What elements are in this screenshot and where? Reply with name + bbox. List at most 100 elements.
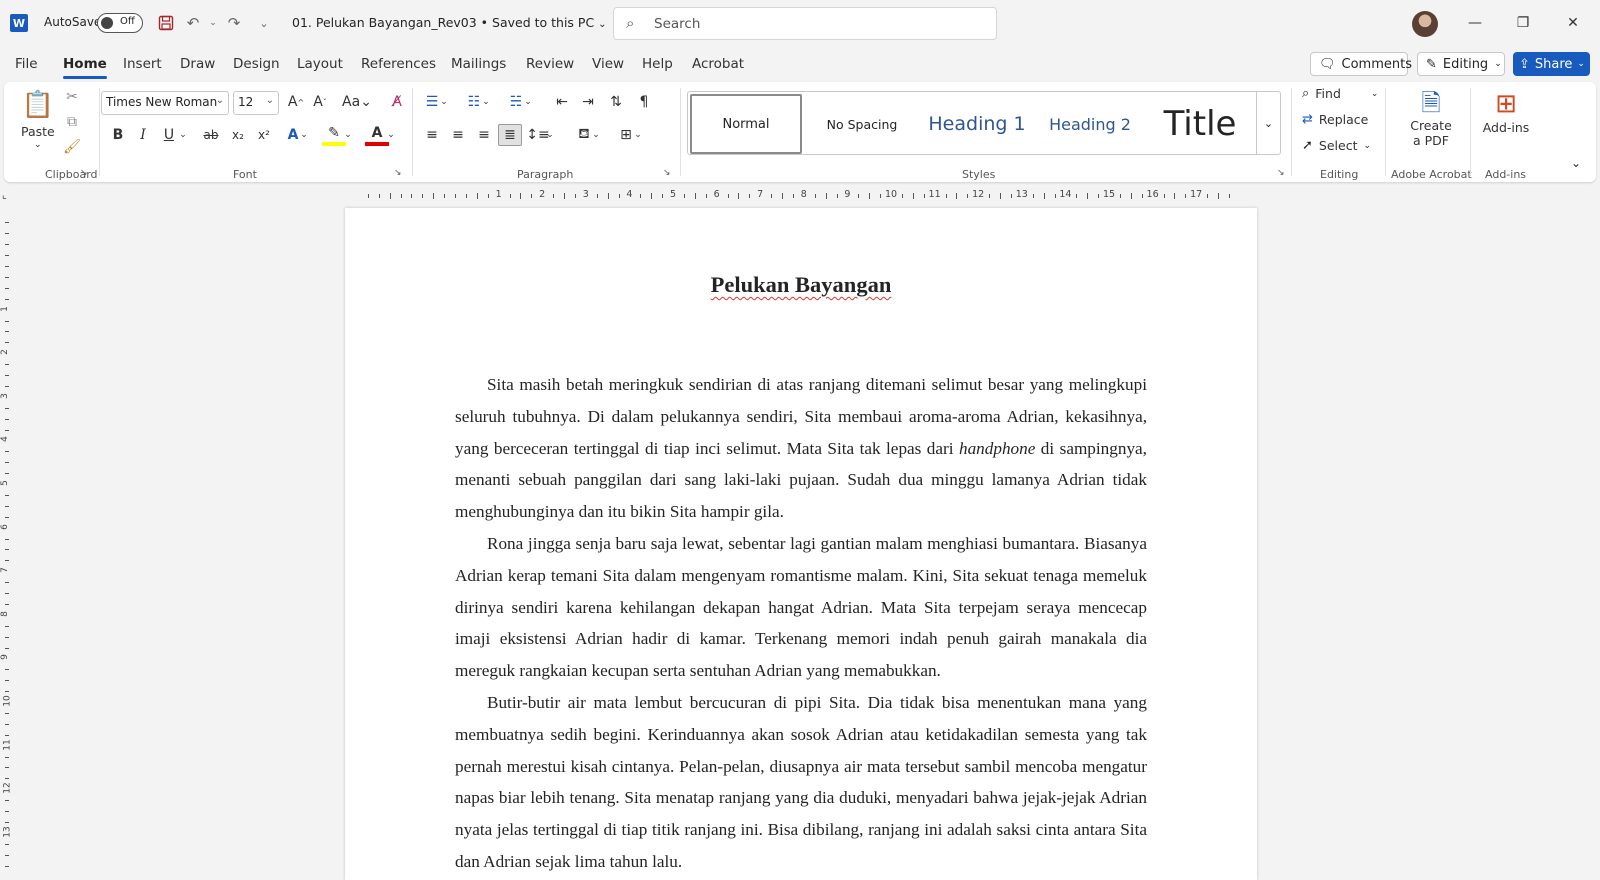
search-input[interactable] — [654, 13, 984, 35]
close-icon[interactable]: ✕ — [1562, 12, 1584, 34]
save-icon[interactable] — [156, 13, 176, 33]
editing-mode-button[interactable]: ✎ Editing ⌄ — [1417, 52, 1505, 76]
horizontal-ruler[interactable]: 1 2 3 4 5 6 7 8 9 10 11 12 13 14 15 16 17 — [345, 187, 1257, 205]
paragraph[interactable]: Sita masih betah meringkuk sendirian di … — [455, 369, 1147, 528]
tab-layout[interactable]: Layout — [297, 56, 343, 72]
superscript-icon[interactable]: x² — [252, 124, 276, 146]
create-pdf-button[interactable]: 🗎 Create a PDF — [1408, 88, 1454, 164]
avatar[interactable] — [1412, 11, 1438, 37]
style-heading-2[interactable]: Heading 2 — [1036, 94, 1144, 154]
ruler-tick — [5, 287, 9, 289]
change-case-icon[interactable]: Aa⌄ — [340, 91, 374, 113]
styles-gallery: Normal No Spacing Heading 1 Heading 2 Ti… — [687, 91, 1281, 155]
strikethrough-icon[interactable]: ab — [199, 124, 223, 146]
ruler-tick — [1076, 194, 1078, 198]
paste-dropdown-icon[interactable]: ⌄ — [34, 140, 42, 150]
comments-button[interactable]: 🗨 Comments — [1310, 52, 1412, 76]
document-heading[interactable]: Pelukan Bayangan — [345, 272, 1257, 298]
ruler-tick — [5, 680, 9, 682]
dialog-launcher-icon[interactable]: ↘ — [394, 168, 402, 178]
font-name-select[interactable]: Times New Roman ⌄ — [101, 91, 229, 115]
chevron-down-icon[interactable]: ⌄ — [480, 91, 492, 113]
paste-icon[interactable]: 📋 — [22, 88, 54, 122]
document-title[interactable]: 01. Pelukan Bayangan_Rev03 • Saved to th… — [292, 15, 607, 30]
underline-dropdown-icon[interactable]: ⌄ — [177, 124, 189, 146]
align-left-icon[interactable]: ≡ — [420, 124, 444, 146]
chevron-down-icon[interactable]: ⌄ — [298, 124, 310, 146]
add-ins-button[interactable]: ⊞ Add-ins — [1478, 88, 1534, 148]
tab-design[interactable]: Design — [233, 56, 280, 72]
search-box[interactable]: ⌕ — [613, 7, 997, 40]
chevron-down-icon[interactable]: ⌄ — [590, 124, 602, 146]
restore-icon[interactable]: ❐ — [1512, 12, 1534, 34]
style-no-spacing[interactable]: No Spacing — [806, 94, 918, 154]
chevron-down-icon[interactable]: ⌄ — [385, 124, 397, 146]
paste-label[interactable]: Paste — [21, 124, 55, 139]
ruler-number: 4 — [0, 436, 10, 443]
chevron-down-icon[interactable]: ⌄ — [342, 124, 354, 146]
autosave-toggle[interactable]: Off — [97, 13, 143, 33]
chevron-down-icon[interactable]: ⌄ — [438, 91, 450, 113]
dialog-launcher-icon[interactable]: ↘ — [1277, 168, 1285, 178]
tab-file[interactable]: File — [15, 56, 38, 72]
cut-icon[interactable]: ✂ — [60, 86, 84, 108]
style-title[interactable]: Title — [1144, 94, 1256, 154]
font-size-select[interactable]: 12 ⌄ — [233, 91, 279, 115]
ruler-tick — [5, 418, 9, 420]
dialog-launcher-icon[interactable]: ↘ — [663, 168, 671, 178]
share-button[interactable]: ⇪ Share ⌄ — [1513, 52, 1590, 76]
align-right-icon[interactable]: ≡ — [472, 124, 496, 146]
undo-icon[interactable]: ↶ — [183, 13, 203, 33]
bold-icon[interactable]: B — [106, 124, 130, 146]
tab-home[interactable]: Home — [63, 56, 107, 79]
style-normal[interactable]: Normal — [690, 94, 802, 154]
shrink-font-icon[interactable]: Aˇ — [308, 91, 332, 113]
tab-review[interactable]: Review — [526, 56, 574, 72]
replace-button[interactable]: ⇄ Replace — [1302, 112, 1368, 127]
tab-acrobat[interactable]: Acrobat — [692, 56, 744, 72]
ruler-tick — [520, 193, 522, 199]
tab-view[interactable]: View — [592, 56, 624, 72]
tab-insert[interactable]: Insert — [123, 56, 162, 72]
redo-icon[interactable]: ↷ — [224, 13, 244, 33]
tab-references[interactable]: References — [361, 56, 436, 72]
ruler-number: 11 — [928, 189, 941, 200]
format-painter-icon[interactable]: 🖌 — [60, 136, 84, 158]
customize-toolbar-icon[interactable]: ⌄ — [254, 13, 274, 33]
tab-draw[interactable]: Draw — [180, 56, 215, 72]
paragraph[interactable]: Rona jingga senja baru saja lewat, seben… — [455, 528, 1147, 687]
collapse-ribbon-icon[interactable]: ⌄ — [1571, 156, 1581, 170]
ruler-tick — [5, 298, 9, 300]
clear-formatting-icon[interactable]: A̸ — [385, 91, 409, 113]
ruler-tick — [858, 194, 860, 198]
justify-icon[interactable]: ≣ — [498, 124, 522, 146]
chevron-down-icon[interactable]: ⌄ — [522, 91, 534, 113]
ruler-tick — [5, 451, 9, 453]
sort-icon[interactable]: ⇅ — [604, 91, 628, 113]
document-page[interactable]: Pelukan Bayangan Sita masih betah mering… — [345, 208, 1257, 880]
increase-indent-icon[interactable]: ⇥ — [576, 91, 600, 113]
ruler-tick — [967, 194, 969, 198]
show-formatting-marks-icon[interactable]: ¶ — [632, 91, 656, 113]
decrease-indent-icon[interactable]: ⇤ — [550, 91, 574, 113]
vertical-ruler[interactable]: 1 2 3 4 5 6 7 8 9 10 11 12 13 — [0, 206, 14, 880]
grow-font-icon[interactable]: A ^ — [284, 91, 308, 113]
find-button[interactable]: ⌕ Find ⌄ — [1302, 86, 1378, 101]
tab-stop-selector-icon[interactable]: ⌞ — [2, 190, 7, 201]
subscript-icon[interactable]: x₂ — [226, 124, 250, 146]
styles-more-icon[interactable]: ⌄ — [1256, 92, 1280, 154]
italic-icon[interactable]: I — [131, 124, 155, 146]
paragraph[interactable]: Butir-butir air mata lembut bercucuran d… — [455, 687, 1147, 878]
copy-icon[interactable]: ⧉ — [60, 111, 84, 133]
select-button[interactable]: ➚ Select ⌄ — [1302, 138, 1371, 153]
align-center-icon[interactable]: ≡ — [446, 124, 470, 146]
undo-dropdown-icon[interactable]: ⌄ — [203, 13, 223, 33]
chevron-down-icon[interactable]: ⌄ — [632, 124, 644, 146]
document-body[interactable]: Sita masih betah meringkuk sendirian di … — [455, 369, 1147, 878]
minimize-icon[interactable]: — — [1464, 12, 1486, 34]
chevron-down-icon[interactable]: ⌄ — [544, 124, 556, 146]
tab-help[interactable]: Help — [642, 56, 673, 72]
dialog-launcher-icon[interactable]: ↘ — [80, 168, 88, 178]
tab-mailings[interactable]: Mailings — [451, 56, 506, 72]
style-heading-1[interactable]: Heading 1 — [918, 94, 1036, 154]
